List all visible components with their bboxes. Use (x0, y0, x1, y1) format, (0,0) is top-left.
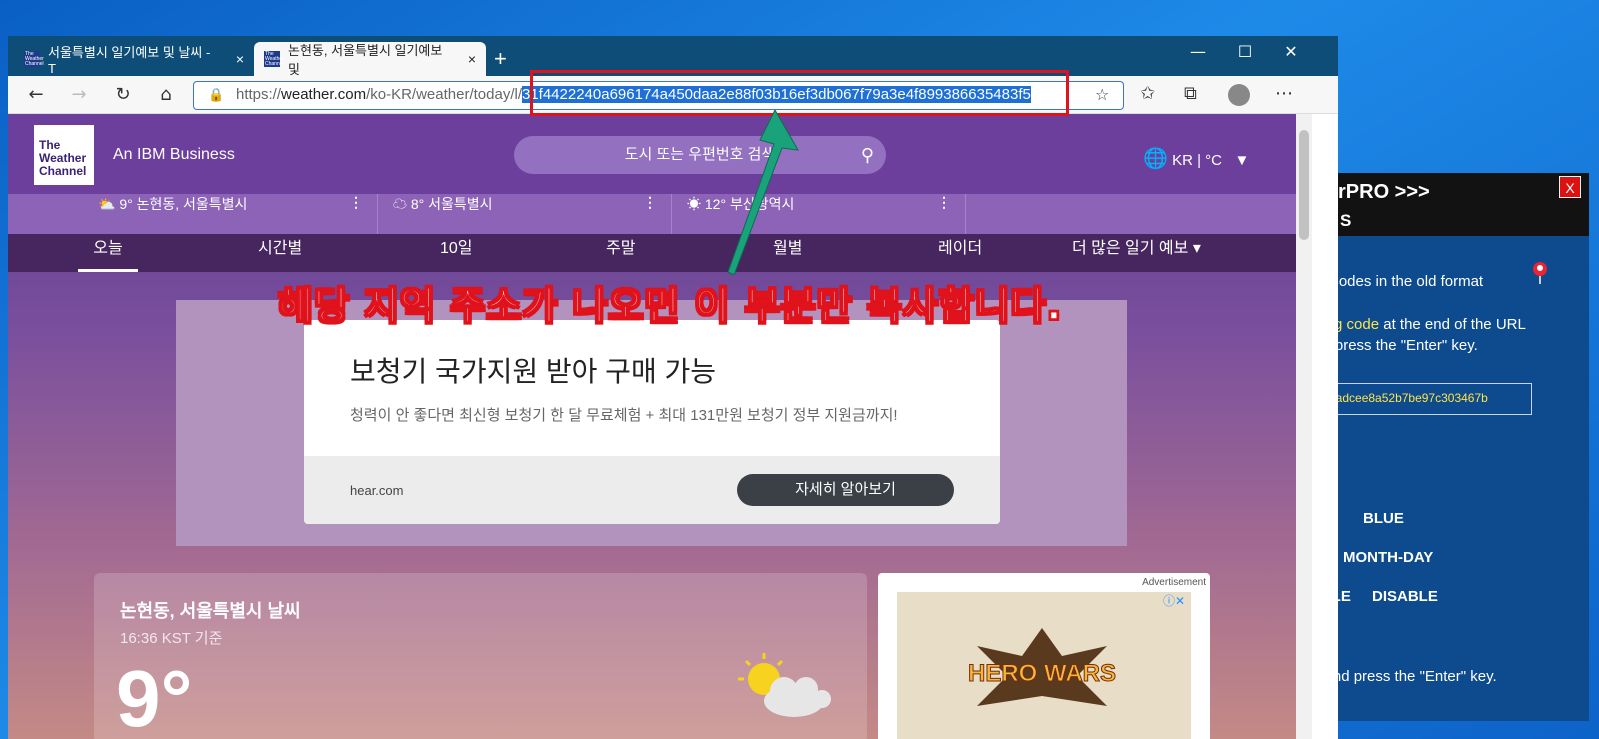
add-favorite-icon[interactable]: ☆ (1095, 85, 1109, 104)
nav-hourly[interactable]: 시간별 (258, 234, 302, 272)
game-ad[interactable]: Advertisement ⓘ✕ HERO WARS (878, 573, 1210, 739)
home-icon[interactable]: ⌂ (155, 84, 177, 106)
instruction-rest: at the end of the URL (1379, 316, 1526, 333)
extension-close-button[interactable]: X (1559, 176, 1581, 198)
instruction-line-1: long code at the end of the URL (1314, 316, 1526, 333)
nav-weekend[interactable]: 주말 (606, 234, 635, 272)
extension-title: rPRO >>> (1338, 181, 1430, 203)
recent-location-item[interactable]: ⛅ 9° 논현동, 서울특별시 ⋮ (8, 194, 378, 234)
tab-seoul-forecast[interactable]: The Weather Channel 서울특별시 일기예보 및 날씨 - T × (14, 42, 254, 76)
url-prefix: https:// (236, 86, 282, 103)
more-options-icon[interactable]: ⋮ (937, 194, 951, 211)
option-blue[interactable]: BLUE (1363, 510, 1404, 527)
favorites-icon[interactable]: ✩ (1140, 83, 1155, 104)
recent-location-label: 9° 논현동, 서울특별시 (119, 196, 248, 212)
code-input[interactable]: 3adcee8a52b7be97c303467b (1322, 383, 1532, 415)
ad-description: 청력이 안 좋다면 최신형 보청기 한 달 무료체험 + 최대 131만원 보청… (350, 407, 898, 424)
more-options-icon[interactable]: ⋮ (349, 194, 363, 211)
tab-label: 논현동, 서울특별시 일기예보 및 (288, 43, 443, 77)
hero-wars-logo: HERO WARS (967, 628, 1117, 706)
weather-timestamp: 16:36 KST 기준 (120, 630, 223, 647)
chevron-down-icon: ▼ (1226, 152, 1250, 169)
tab-close-icon[interactable]: × (236, 51, 244, 67)
maximize-button[interactable]: ☐ (1225, 42, 1265, 61)
new-tab-button[interactable]: + (494, 46, 507, 72)
tab-close-icon[interactable]: × (468, 51, 476, 67)
game-ad-image[interactable]: ⓘ✕ HERO WARS (897, 592, 1191, 739)
ad-title: 보청기 국가지원 받아 구매 가능 (350, 356, 716, 387)
hearing-aid-ad[interactable]: 보청기 국가지원 받아 구매 가능 청력이 안 좋다면 최신형 보청기 한 달 … (304, 320, 1000, 524)
ad-label: Advertisement (1142, 577, 1206, 588)
annotation-text: 해당 지역 주소가 나오면 이 부분만 복사합니다. (277, 283, 1063, 329)
instruction-line-3: e and press the "Enter" key. (1312, 668, 1497, 685)
map-pin-icon (1533, 262, 1547, 284)
collections-icon[interactable]: ⧉ (1184, 83, 1197, 104)
recent-location-item[interactable]: ☀ 12° 부산광역시 ⋮ (672, 194, 966, 234)
ibm-tagline: An IBM Business (113, 146, 235, 163)
lock-icon: 🔒 (208, 87, 225, 102)
browser-window: The Weather Channel 서울특별시 일기예보 및 날씨 - T × … (8, 36, 1338, 739)
scrollbar-thumb[interactable] (1299, 130, 1309, 240)
tab-nonhyeon-forecast[interactable]: The Weather Channel 논현동, 서울특별시 일기예보 및 × (254, 42, 486, 77)
page-scrollbar[interactable] (1296, 114, 1312, 739)
sunny-icon: ☀ (687, 196, 701, 212)
forecast-nav: 오늘 시간별 10일 주말 월별 레이더 더 많은 일기 예보 ▾ (8, 234, 1296, 272)
current-weather-card: 논현동, 서울특별시 날씨 16:36 KST 기준 9° (94, 573, 867, 739)
tab-label: 서울특별시 일기예보 및 날씨 - T (48, 45, 211, 76)
profile-avatar[interactable] (1228, 84, 1250, 106)
annotation-arrow-icon (727, 110, 799, 275)
close-window-button[interactable]: ✕ (1271, 42, 1311, 61)
globe-icon: 🌐 (1143, 148, 1168, 170)
nav-more-forecasts[interactable]: 더 많은 일기 예보 ▾ (1072, 234, 1201, 272)
recent-locations-strip: ⛅ 9° 논현동, 서울특별시 ⋮ ☁ 8° 서울특별시 ⋮ ☀ 12° 부산광… (8, 194, 1296, 234)
recent-location-label: 8° 서울특별시 (410, 196, 493, 212)
codes-label: Codes in the old format (1328, 273, 1484, 290)
weather-page: The Weather Channel An IBM Business 도시 또… (8, 114, 1296, 739)
url-host: weather.com (281, 86, 367, 103)
extension-panel: rPRO >>> S X Codes in the old format lon… (1310, 173, 1589, 721)
url-path: /ko-KR/weather/today/l/ (366, 86, 522, 103)
more-options-icon[interactable]: ⋮ (643, 194, 657, 211)
ad-learn-more-button[interactable]: 자세히 알아보기 (737, 474, 954, 506)
nav-10day[interactable]: 10일 (440, 234, 473, 272)
option-month-day[interactable]: MONTH-DAY (1343, 549, 1433, 566)
region-selector[interactable]: 🌐 KR | °C ▼ (1143, 146, 1249, 171)
extension-header: rPRO >>> S X (1330, 173, 1589, 236)
weather-channel-favicon-icon: The Weather Channel (264, 51, 284, 67)
more-menu-icon[interactable]: ⋯ (1275, 83, 1293, 104)
cloud-icon: ☁ (393, 196, 407, 212)
current-temperature: 9° (116, 654, 193, 739)
option-disable[interactable]: DISABLE (1372, 588, 1438, 605)
minimize-button[interactable]: — (1178, 42, 1218, 61)
back-arrow-icon[interactable]: ← (25, 84, 47, 106)
recent-location-item[interactable]: ☁ 8° 서울특별시 ⋮ (378, 194, 672, 234)
site-header: The Weather Channel An IBM Business 도시 또… (8, 114, 1296, 194)
forward-arrow-icon[interactable]: → (68, 84, 90, 106)
extension-subtitle: S (1340, 211, 1352, 230)
nav-radar[interactable]: 레이더 (938, 234, 982, 272)
refresh-icon[interactable]: ↻ (112, 84, 134, 106)
instruction-line-2: nd press the "Enter" key. (1314, 337, 1478, 354)
location-search-input[interactable]: 도시 또는 우편번호 검색 ⚲ (514, 136, 886, 174)
partly-cloudy-icon: ⛅ (98, 196, 116, 212)
weather-channel-logo[interactable]: The Weather Channel (34, 125, 94, 185)
search-icon[interactable]: ⚲ (861, 136, 874, 174)
weather-channel-favicon-icon: The Weather Channel (24, 51, 44, 67)
ad-source: hear.com (350, 483, 404, 498)
nav-today[interactable]: 오늘 (78, 234, 138, 272)
region-label: KR | °C (1172, 152, 1222, 169)
ad-footer: hear.com 자세히 알아보기 (304, 456, 1000, 524)
partly-cloudy-icon (738, 653, 831, 717)
ad-choices-icon[interactable]: ⓘ✕ (1163, 592, 1185, 609)
hero-wars-text: HERO WARS (968, 660, 1116, 687)
weather-location: 논현동, 서울특별시 날씨 (120, 601, 301, 621)
